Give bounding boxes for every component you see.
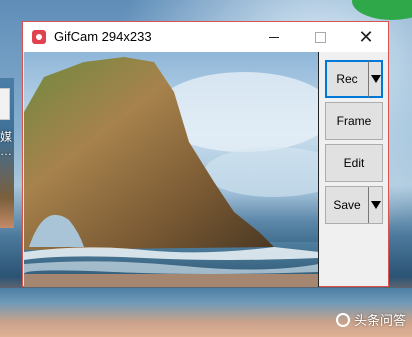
save-button[interactable]: Save xyxy=(325,186,383,224)
capture-preview-image xyxy=(24,57,318,287)
watermark-text: 头条问答 xyxy=(353,313,406,328)
desktop-icon-label[interactable]: 媒 … xyxy=(0,130,12,158)
rec-dropdown-button[interactable] xyxy=(368,61,382,97)
window-title: GifCam 294x233 xyxy=(54,29,152,44)
edit-button[interactable]: Edit xyxy=(325,144,383,182)
maximize-button[interactable] xyxy=(297,22,343,52)
minimize-icon xyxy=(269,36,279,38)
desktop-file-icon[interactable] xyxy=(0,88,10,120)
rec-button-label: Rec xyxy=(336,72,358,86)
gifcam-camera-icon[interactable] xyxy=(32,30,46,44)
close-icon: ✕ xyxy=(358,26,374,47)
chevron-down-icon xyxy=(370,201,381,209)
save-button-label: Save xyxy=(333,198,361,212)
watermark: 头条问答 xyxy=(335,310,406,329)
edit-button-label: Edit xyxy=(343,156,365,170)
desktop-icon-label-line2: … xyxy=(0,144,12,158)
close-button[interactable]: ✕ xyxy=(343,22,389,52)
chevron-down-icon xyxy=(370,75,381,83)
frame-button-label: Frame xyxy=(336,114,372,128)
frame-button[interactable]: Frame xyxy=(325,102,383,140)
rec-button[interactable]: Rec xyxy=(325,60,383,98)
gifcam-window: GifCam 294x233 ✕ Rec Frame Edit Save xyxy=(22,21,389,287)
capture-area[interactable] xyxy=(24,52,319,287)
title-bar[interactable]: GifCam 294x233 ✕ xyxy=(23,22,388,52)
desktop-icon-label-line1: 媒 xyxy=(0,130,13,144)
save-dropdown-button[interactable] xyxy=(368,187,382,223)
watermark-logo-icon xyxy=(335,312,350,327)
minimize-button[interactable] xyxy=(251,22,297,52)
maximize-icon xyxy=(314,31,326,43)
